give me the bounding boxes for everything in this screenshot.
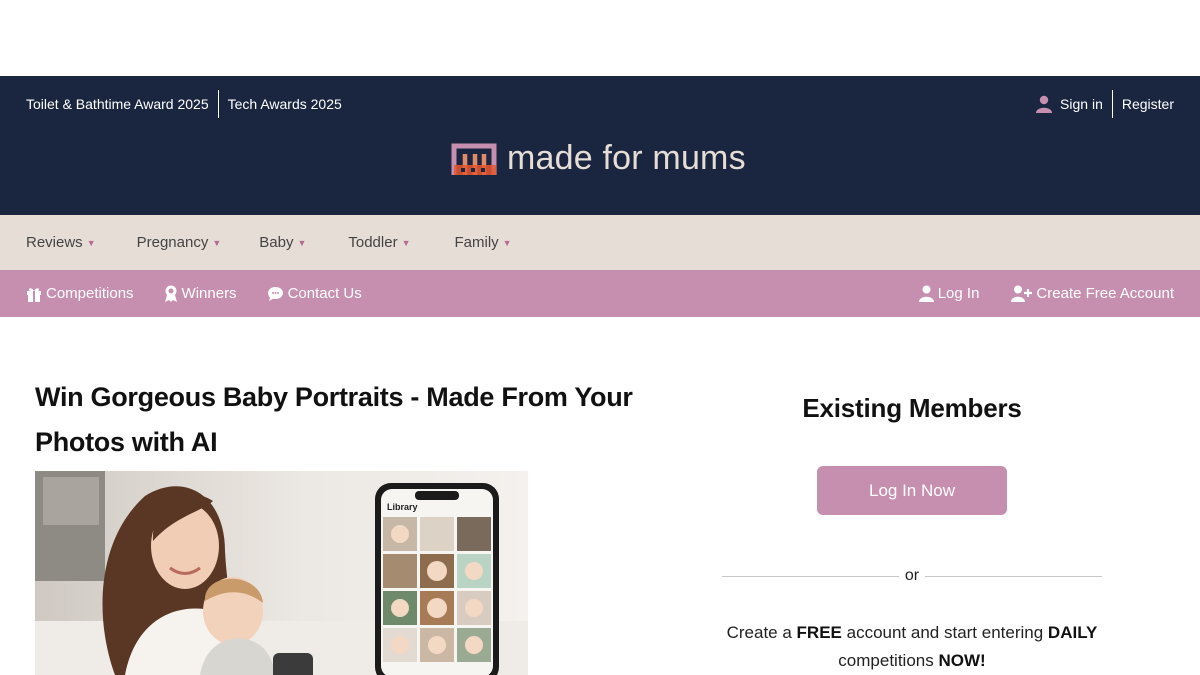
contact-label: Contact Us (287, 285, 362, 302)
contact-link[interactable]: Contact Us (267, 285, 362, 302)
promo-text: account and start entering (841, 623, 1048, 642)
register-link[interactable]: Register (1122, 96, 1174, 112)
caret-down-icon: ▼ (297, 237, 307, 248)
caret-down-icon: ▼ (401, 237, 411, 248)
log-in-label: Log In (937, 285, 980, 302)
top-whitespace (0, 0, 1200, 76)
promo-emphasis: FREE (796, 623, 842, 642)
main-content: Win Gorgeous Baby Portraits - Made From … (0, 317, 1200, 675)
members-heading: Existing Members (802, 393, 1022, 423)
existing-members-panel: Existing Members Log In Now or Create a … (722, 393, 1103, 675)
caret-down-icon: ▼ (86, 237, 96, 248)
award-divider (217, 90, 219, 118)
competitions-link[interactable]: Competitions (26, 285, 134, 302)
nav-item-pregnancy[interactable]: Pregnancy ▼ (137, 234, 222, 251)
or-divider: or (722, 567, 1103, 585)
promo-emphasis: DAILY (1047, 623, 1098, 642)
nav-item-label: Pregnancy (136, 234, 209, 251)
site-header: Toilet & Bathtime Award 2025 Tech Awards… (0, 76, 1200, 215)
user-icon (1036, 95, 1053, 113)
caret-down-icon: ▼ (502, 237, 512, 248)
winners-link[interactable]: Winners (164, 285, 237, 302)
competitions-nav: Competitions Winners Contact Us Log In C… (0, 270, 1200, 317)
divider-line (925, 575, 1103, 577)
user-plus-icon (1011, 285, 1033, 302)
account-divider (1111, 90, 1113, 118)
nav-item-label: Family (454, 234, 499, 251)
promo-text: competitions (838, 651, 939, 670)
logo-text: made for mums (507, 139, 746, 177)
award-link-tech[interactable]: Tech Awards 2025 (228, 96, 342, 112)
chat-bubble-icon (267, 286, 283, 301)
create-account-link[interactable]: Create Free Account (1011, 285, 1174, 302)
hero-image: Library (35, 471, 528, 675)
competitions-label: Competitions (46, 285, 134, 302)
sign-in-label: Sign in (1060, 96, 1103, 112)
signup-promo-text: Create a FREE account and start entering… (722, 619, 1102, 675)
nav-item-baby[interactable]: Baby ▼ (259, 234, 306, 251)
promo-emphasis: NOW! (938, 651, 986, 670)
gift-icon (27, 287, 41, 302)
account-links: Sign in Register (1036, 90, 1174, 118)
phone-library-label: Library (387, 502, 418, 512)
award-links: Toilet & Bathtime Award 2025 Tech Awards… (26, 90, 342, 118)
caret-down-icon: ▼ (212, 237, 222, 248)
nav-item-label: Reviews (26, 234, 83, 251)
promo-text: Create a (726, 623, 797, 642)
nav-item-reviews[interactable]: Reviews ▼ (26, 234, 96, 251)
user-icon (918, 285, 934, 302)
nav-item-toddler[interactable]: Toddler ▼ (348, 234, 410, 251)
article-title-line-1: Win Gorgeous Baby Portraits - Made From … (35, 382, 633, 412)
divider-line (722, 575, 899, 577)
logo-mark-icon (451, 140, 499, 178)
article-title-line-2: Photos with AI (35, 427, 218, 457)
site-logo[interactable]: made for mums (451, 139, 746, 178)
nav-item-label: Toddler (348, 234, 398, 251)
award-ribbon-icon (164, 285, 177, 302)
log-in-now-button[interactable]: Log In Now (817, 466, 1007, 515)
log-in-link[interactable]: Log In (918, 285, 980, 302)
winners-label: Winners (181, 285, 237, 302)
create-account-label: Create Free Account (1036, 285, 1174, 302)
nav-item-label: Baby (259, 234, 294, 251)
nav-item-family[interactable]: Family ▼ (455, 234, 512, 251)
or-label: or (904, 567, 920, 584)
award-link-bathtime[interactable]: Toilet & Bathtime Award 2025 (26, 96, 209, 112)
sign-in-link[interactable]: Sign in (1036, 95, 1103, 113)
main-nav: Reviews ▼ Pregnancy ▼ Baby ▼ Toddler ▼ F… (0, 215, 1200, 270)
article-title: Win Gorgeous Baby Portraits - Made From … (35, 375, 655, 465)
